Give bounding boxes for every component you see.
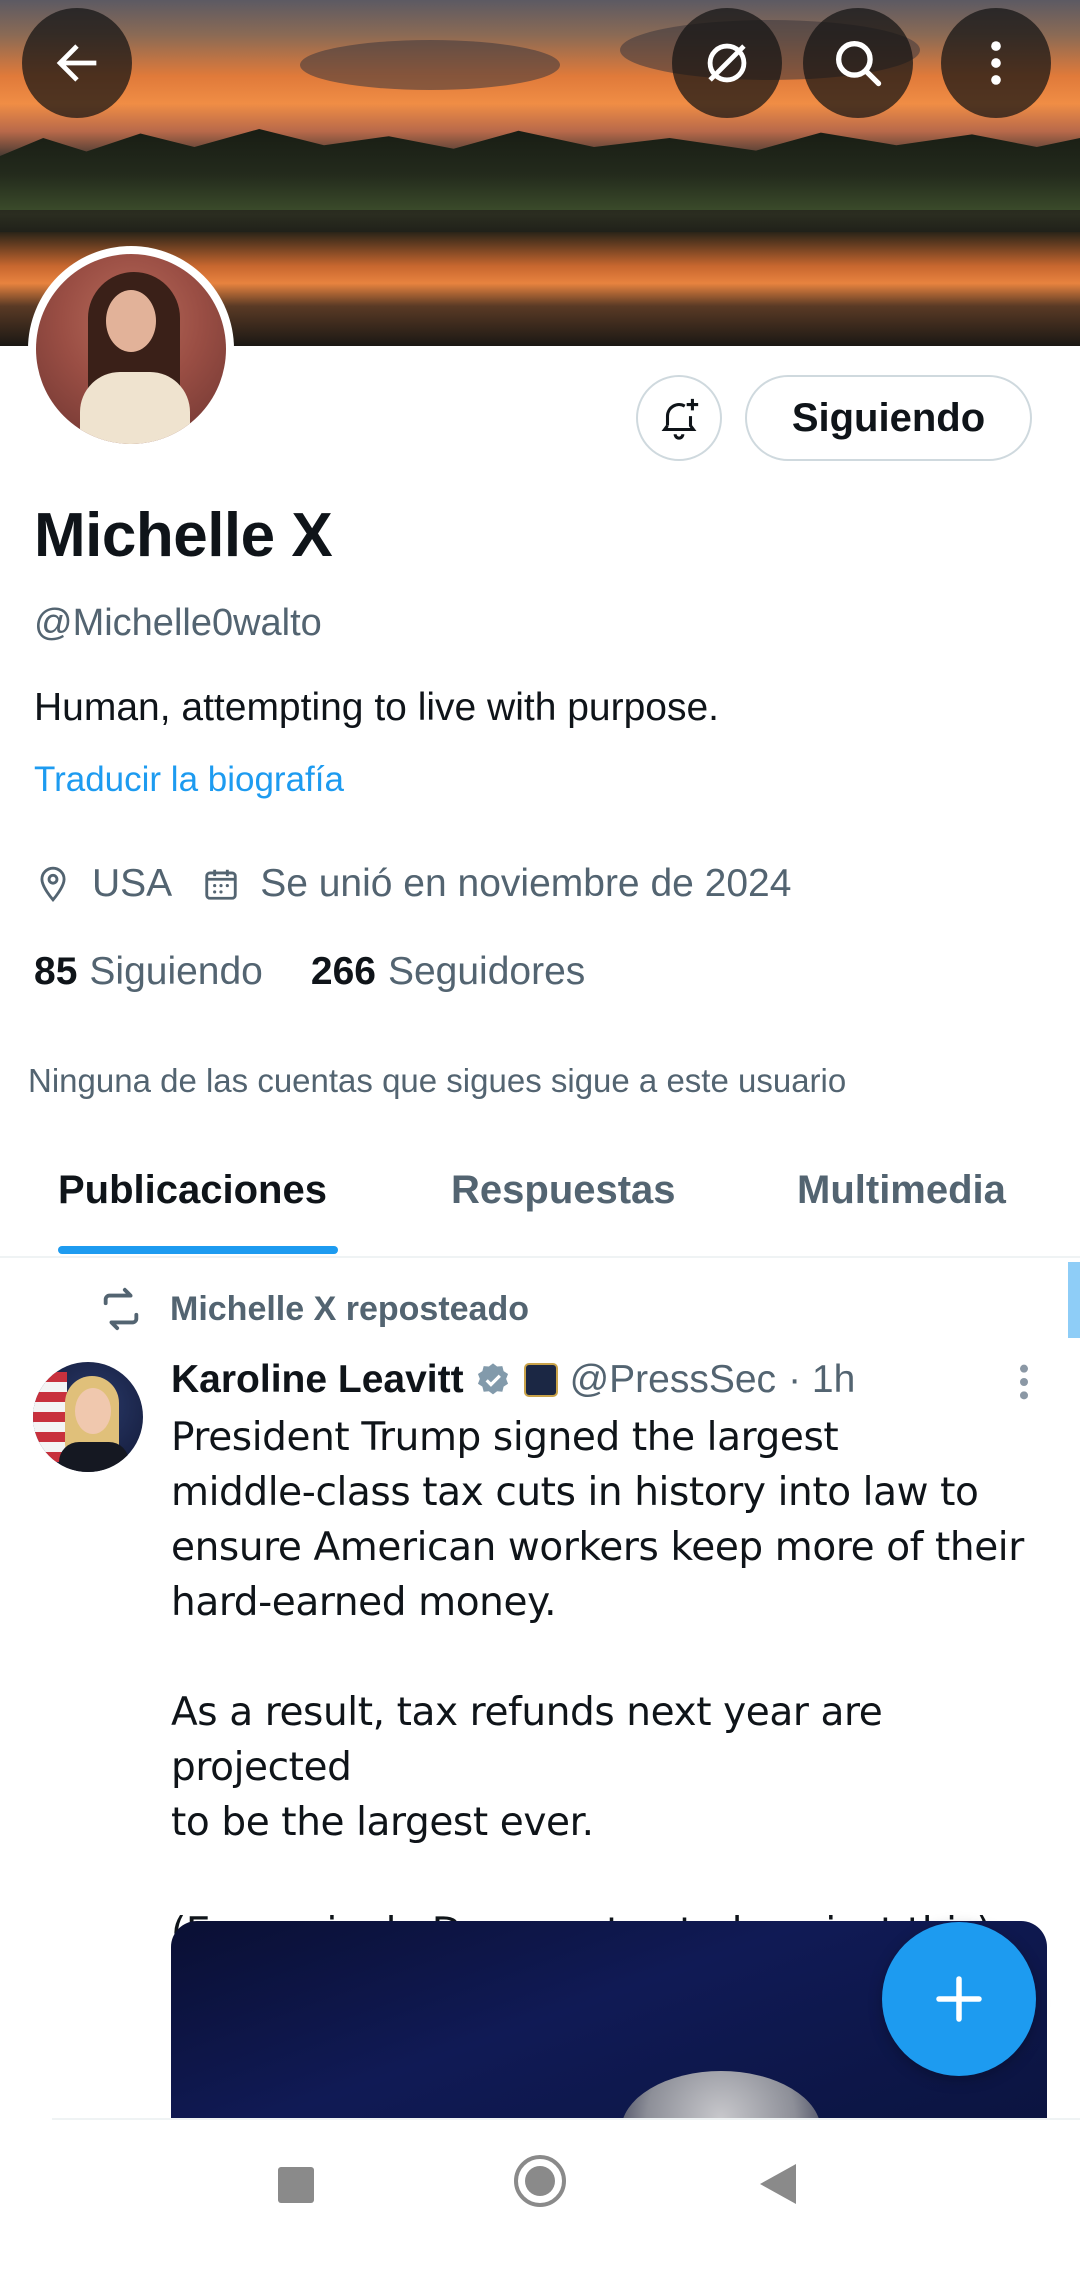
verified-badge-icon bbox=[477, 1363, 508, 1395]
search-icon bbox=[836, 41, 882, 87]
repost-label: Michelle X reposteado bbox=[170, 1289, 529, 1328]
joined-date: Se unió en noviembre de 2024 bbox=[260, 862, 792, 905]
avatar-image bbox=[36, 254, 226, 444]
affiliation-badge-icon bbox=[523, 1363, 558, 1397]
location-text: USA bbox=[92, 862, 173, 905]
calendar-icon bbox=[205, 869, 237, 900]
plus-icon bbox=[936, 1976, 982, 2022]
tab-respuestas[interactable]: Respuestas bbox=[451, 1168, 676, 1213]
grok-button[interactable] bbox=[672, 8, 782, 118]
repost-indicator: Michelle X reposteado bbox=[98, 1286, 529, 1332]
notifications-button[interactable] bbox=[636, 375, 722, 461]
following-label: Siguiendo bbox=[89, 950, 263, 993]
post-header: Karoline Leavitt @PressSec · 1h bbox=[171, 1350, 855, 1410]
more-options-button[interactable] bbox=[941, 8, 1051, 118]
search-button[interactable] bbox=[803, 8, 913, 118]
post-time: · 1h bbox=[788, 1358, 856, 1401]
mutual-followers-note: Ninguna de las cuentas que sigues sigue … bbox=[28, 1062, 847, 1099]
following-button[interactable]: Siguiendo bbox=[745, 375, 1032, 461]
bell-plus-icon bbox=[661, 398, 699, 440]
more-vertical-icon bbox=[991, 41, 1001, 85]
following-count: 85 bbox=[34, 950, 78, 993]
followers-stat[interactable]: 266 Seguidores bbox=[311, 950, 585, 994]
tab-multimedia[interactable]: Multimedia bbox=[797, 1168, 1006, 1213]
back-button[interactable] bbox=[22, 8, 132, 118]
repost-icon bbox=[103, 1287, 139, 1331]
banner-cloud bbox=[300, 40, 560, 90]
profile-meta: USA Se unió en noviembre de 2024 bbox=[34, 862, 791, 906]
translate-bio-link[interactable]: Traducir la biografía bbox=[34, 760, 344, 800]
scrollbar[interactable] bbox=[1068, 1262, 1080, 1338]
location-icon bbox=[40, 866, 66, 902]
system-back-button[interactable] bbox=[760, 2164, 796, 2204]
post-author-name[interactable]: Karoline Leavitt bbox=[171, 1358, 464, 1402]
following-stat[interactable]: 85 Siguiendo bbox=[34, 950, 263, 994]
followers-label: Seguidores bbox=[387, 950, 586, 993]
post-more-icon[interactable] bbox=[1012, 1362, 1036, 1402]
followers-count: 266 bbox=[310, 950, 376, 993]
system-navigation-bar bbox=[0, 2120, 1080, 2270]
profile-name: Michelle X bbox=[34, 501, 333, 570]
follow-stats: 85 Siguiendo 266 Seguidores bbox=[34, 950, 633, 994]
profile-tabs: Publicaciones Respuestas Multimedia bbox=[0, 1142, 1080, 1258]
profile-handle: @Michelle0walto bbox=[34, 602, 322, 644]
arrow-left-icon bbox=[56, 44, 97, 82]
compose-button[interactable] bbox=[882, 1922, 1036, 2076]
banner-treeline bbox=[0, 129, 1080, 210]
recent-apps-button[interactable] bbox=[278, 2167, 314, 2203]
post-text: President Trump signed the largest middl… bbox=[171, 1415, 1024, 1955]
post-author-handle: @PressSec bbox=[569, 1358, 777, 1401]
grok-icon bbox=[707, 43, 747, 83]
home-button[interactable] bbox=[514, 2155, 566, 2207]
active-tab-indicator bbox=[58, 1246, 338, 1254]
tab-publicaciones[interactable]: Publicaciones bbox=[58, 1168, 327, 1213]
profile-bio: Human, attempting to live with purpose. bbox=[34, 686, 720, 729]
profile-avatar[interactable] bbox=[28, 246, 234, 452]
post-author-avatar[interactable] bbox=[33, 1362, 143, 1472]
